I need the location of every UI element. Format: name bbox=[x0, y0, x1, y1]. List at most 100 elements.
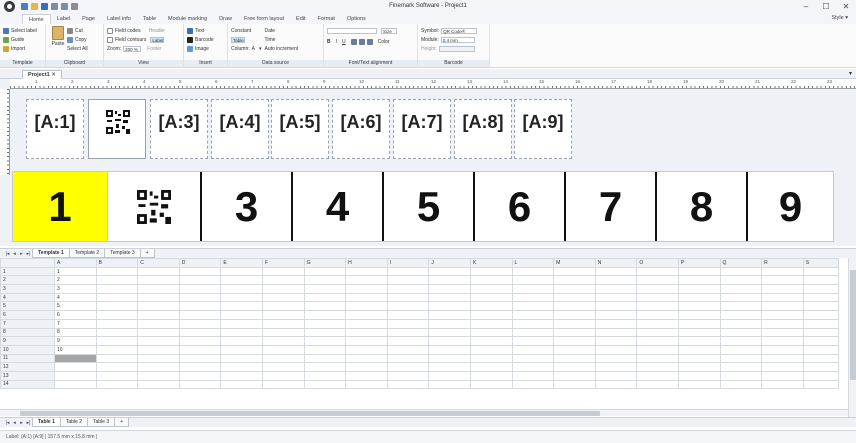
table-cell[interactable] bbox=[261, 301, 305, 312]
table-cell[interactable] bbox=[594, 292, 638, 303]
table-cell[interactable] bbox=[428, 301, 471, 312]
table-cell[interactable] bbox=[386, 353, 430, 364]
table-cell[interactable] bbox=[469, 344, 513, 355]
table-cell[interactable] bbox=[719, 284, 763, 294]
table-cell[interactable] bbox=[386, 327, 430, 338]
table-cell[interactable] bbox=[137, 362, 180, 372]
table-cell[interactable] bbox=[386, 336, 430, 346]
date-button[interactable]: Date bbox=[264, 26, 298, 35]
column-header[interactable]: H bbox=[345, 258, 388, 268]
table-cell[interactable] bbox=[553, 336, 596, 346]
table-cell[interactable] bbox=[345, 353, 388, 364]
next-tab-icon[interactable]: ▸ bbox=[18, 251, 25, 257]
table-cell[interactable] bbox=[303, 301, 347, 312]
add-template-tab[interactable]: + bbox=[139, 249, 155, 258]
column-header[interactable]: L bbox=[511, 258, 555, 268]
table-cell[interactable] bbox=[594, 266, 638, 277]
tab-table-2[interactable]: Table 2 bbox=[59, 418, 88, 427]
label-field-9[interactable]: [A:9] bbox=[514, 99, 572, 159]
table-cell[interactable] bbox=[137, 336, 180, 346]
tab-template-1[interactable]: Template 1 bbox=[32, 249, 70, 258]
align-center-icon[interactable] bbox=[358, 38, 365, 45]
table-cell[interactable] bbox=[95, 310, 139, 320]
last-tab-icon[interactable]: ▸| bbox=[25, 251, 32, 257]
align-left-icon[interactable] bbox=[350, 38, 357, 45]
table-cell[interactable] bbox=[303, 353, 347, 364]
add-table-tab[interactable]: + bbox=[114, 418, 130, 427]
table-cell[interactable] bbox=[178, 318, 222, 329]
table-cell[interactable] bbox=[137, 275, 180, 286]
column-header[interactable]: D bbox=[178, 258, 222, 268]
table-cell[interactable] bbox=[636, 318, 679, 329]
table-cell[interactable] bbox=[719, 336, 763, 346]
table-cell[interactable] bbox=[594, 310, 638, 320]
insert-image-button[interactable]: Image bbox=[187, 44, 224, 53]
table-cell[interactable] bbox=[220, 379, 263, 390]
table-cell[interactable] bbox=[802, 362, 839, 372]
table-cell[interactable]: 6 bbox=[54, 310, 97, 320]
table-cell[interactable] bbox=[511, 284, 555, 294]
table-cell[interactable] bbox=[553, 370, 596, 381]
table-cell[interactable] bbox=[137, 370, 180, 381]
table-cell[interactable] bbox=[511, 327, 555, 338]
table-cell[interactable] bbox=[178, 275, 222, 286]
table-cell[interactable]: 9 bbox=[54, 336, 97, 346]
table-cell[interactable] bbox=[261, 275, 305, 286]
table-cell[interactable] bbox=[553, 275, 596, 286]
table-cell[interactable] bbox=[802, 284, 839, 294]
table-cell[interactable] bbox=[469, 362, 513, 372]
table-cell[interactable] bbox=[428, 344, 471, 355]
table-cell[interactable] bbox=[54, 362, 97, 372]
table-cell[interactable] bbox=[220, 353, 263, 364]
table-cell[interactable] bbox=[178, 327, 222, 338]
table-cell[interactable] bbox=[386, 310, 430, 320]
table-cell[interactable] bbox=[428, 318, 471, 329]
insert-barcode-button[interactable]: Barcode bbox=[187, 35, 224, 44]
tab-page[interactable]: Page bbox=[76, 14, 101, 24]
table-cell[interactable] bbox=[345, 275, 388, 286]
table-cell[interactable] bbox=[594, 379, 638, 390]
table-cell[interactable] bbox=[677, 301, 721, 312]
table-cell[interactable] bbox=[553, 327, 596, 338]
table-cell[interactable] bbox=[802, 327, 839, 338]
table-cell[interactable] bbox=[137, 266, 180, 277]
column-header[interactable]: G bbox=[303, 258, 347, 268]
import-button[interactable]: Import bbox=[3, 44, 42, 53]
table-cell[interactable] bbox=[386, 379, 430, 390]
table-cell[interactable]: 2 bbox=[54, 275, 97, 286]
table-cell[interactable] bbox=[220, 344, 263, 355]
table-cell[interactable] bbox=[677, 275, 721, 286]
table-cell[interactable] bbox=[95, 284, 139, 294]
table-cell[interactable] bbox=[719, 379, 763, 390]
tab-module-marking[interactable]: Module marking bbox=[162, 14, 213, 24]
vertical-scrollbar[interactable] bbox=[848, 258, 856, 418]
column-header[interactable]: M bbox=[553, 258, 596, 268]
table-cell[interactable] bbox=[95, 266, 139, 277]
document-tab-project1[interactable]: Project1 ✕ bbox=[22, 70, 62, 79]
table-cell[interactable]: 8 bbox=[54, 327, 97, 338]
table-cell[interactable] bbox=[303, 292, 347, 303]
table-cell[interactable] bbox=[428, 362, 471, 372]
horizontal-scrollbar[interactable] bbox=[0, 409, 848, 416]
column-header[interactable]: P bbox=[677, 258, 721, 268]
table-cell[interactable] bbox=[636, 336, 679, 346]
table-cell[interactable] bbox=[428, 284, 471, 294]
column-header[interactable]: J bbox=[428, 258, 471, 268]
table-cell[interactable] bbox=[95, 362, 139, 372]
time-button[interactable]: Time bbox=[264, 35, 298, 44]
table-cell[interactable] bbox=[719, 327, 763, 338]
label-field-3[interactable]: [A:3] bbox=[150, 99, 208, 159]
table-cell[interactable] bbox=[761, 284, 804, 294]
table-cell[interactable] bbox=[802, 266, 839, 277]
height-input[interactable] bbox=[438, 45, 475, 52]
row-header[interactable]: 4 bbox=[0, 292, 55, 303]
table-cell[interactable] bbox=[428, 336, 471, 346]
table-cell[interactable] bbox=[386, 370, 430, 381]
table-cell[interactable] bbox=[178, 336, 222, 346]
table-cell[interactable] bbox=[303, 336, 347, 346]
table-cell[interactable] bbox=[719, 266, 763, 277]
table-cell[interactable] bbox=[137, 318, 180, 329]
label-field-1[interactable]: [A:1] bbox=[26, 99, 84, 159]
table-cell[interactable] bbox=[761, 379, 804, 390]
table-cell[interactable] bbox=[303, 344, 347, 355]
